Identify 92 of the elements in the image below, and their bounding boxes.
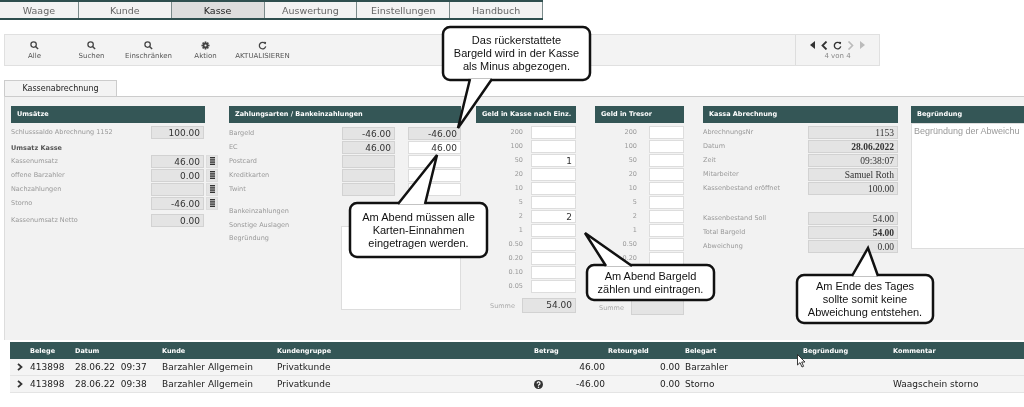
list-button[interactable]	[206, 168, 218, 182]
settings-icon	[201, 40, 210, 50]
count-field[interactable]	[649, 237, 684, 251]
table-row[interactable]: 413898 28.06.22 09:38 Barzahler Allgemein Privatkunde -46.00 0.00 Storno Waagschein storno	[10, 376, 1024, 393]
count-field[interactable]	[649, 195, 684, 209]
list-button[interactable]	[206, 182, 218, 196]
search-icon	[30, 40, 39, 50]
nav-tab[interactable]: Handbuch	[450, 2, 543, 18]
table-cell-text: 0.00	[658, 379, 680, 389]
chevron-right-icon[interactable]	[17, 380, 23, 388]
value-field: 100.00	[151, 125, 204, 139]
value-field: -46.00	[151, 196, 204, 210]
table-cell-text: Privatkunde	[277, 379, 332, 389]
value-field: 0.00	[151, 213, 204, 227]
value-field: 0.00	[151, 168, 204, 182]
table-cell: -46.00	[576, 379, 605, 389]
table-cell-text: 413898	[30, 362, 66, 372]
table-cell-text: Barzahler	[684, 362, 730, 372]
list-icon	[209, 185, 215, 193]
value-field	[151, 182, 204, 196]
value-field: 100.00	[808, 181, 898, 195]
count-field[interactable]	[649, 153, 684, 167]
section-tab[interactable]: Kassenabrechnung	[4, 80, 117, 96]
value-field: -46.00	[342, 126, 395, 140]
mouse-cursor-icon	[797, 354, 806, 368]
count-field[interactable]	[531, 167, 576, 181]
nav-tab[interactable]: Kasse	[171, 2, 265, 18]
count-field[interactable]	[649, 209, 684, 223]
next-icon[interactable]	[847, 40, 854, 50]
search-icon	[87, 40, 96, 50]
chevron-right-icon[interactable]	[17, 363, 23, 371]
count-field[interactable]	[649, 223, 684, 237]
count-field[interactable]	[531, 265, 576, 279]
first-page-icon[interactable]	[809, 41, 816, 49]
input-field[interactable]: 46.00	[408, 140, 461, 154]
count-field[interactable]	[531, 279, 576, 293]
count-field[interactable]	[531, 125, 576, 139]
count-field[interactable]	[649, 125, 684, 139]
value-field: 0.00	[808, 239, 898, 253]
value-field: -46.00	[408, 126, 461, 140]
table-cell-text: 0.00	[658, 362, 680, 372]
table-cell-text: Barzahler Allgemein	[162, 379, 254, 389]
table-cell: 46.00	[579, 362, 605, 372]
table-cell-text: Privatkunde	[277, 362, 332, 372]
list-button[interactable]	[206, 196, 218, 210]
count-field[interactable]	[531, 195, 576, 209]
value-field: Samuel Roth	[808, 167, 898, 181]
count-field[interactable]	[531, 223, 576, 237]
nav-tab[interactable]: Einstellungen	[357, 2, 451, 18]
value-field: 54.00	[808, 225, 898, 239]
count-field[interactable]	[531, 139, 576, 153]
value-field: 46.00	[342, 140, 395, 154]
nav-tab[interactable]: Kunde	[78, 2, 172, 18]
list-icon	[209, 199, 215, 207]
table-cell-text: 413898	[30, 379, 66, 389]
help-icon[interactable]	[534, 379, 543, 389]
count-field[interactable]	[531, 251, 576, 265]
previous-icon[interactable]	[821, 40, 828, 50]
table-cell-text: 28.06.22 09:37	[75, 362, 148, 372]
count-field[interactable]	[649, 251, 684, 265]
refresh-icon[interactable]	[833, 40, 842, 50]
list-button[interactable]	[206, 154, 218, 168]
callout-text: Am Abend müssen alle Karten-Einnahmen eingetragen werden.	[361, 209, 476, 251]
count-field[interactable]	[649, 139, 684, 153]
count-field[interactable]	[531, 181, 576, 195]
value-field: 46.00	[151, 154, 204, 168]
table-cell-text: 28.06.22 09:38	[75, 379, 148, 389]
callout-text: Das rückerstattete Bargeld wird in der Kasse als Minus abgezogen.	[452, 33, 581, 74]
reason-text-area[interactable]: Begründung der Abweichu	[911, 123, 1024, 249]
value-field: 1153	[808, 125, 898, 139]
count-field[interactable]	[531, 237, 576, 251]
value-field: 54.00	[808, 211, 898, 225]
nav-tab[interactable]: Auswertung	[264, 2, 358, 18]
count-field[interactable]	[649, 167, 684, 181]
table-cell-text: Storno	[684, 379, 716, 389]
refresh-icon	[258, 40, 267, 50]
count-field[interactable]: 1	[531, 153, 576, 167]
search-icon	[144, 40, 153, 50]
nav-tab[interactable]: Waage	[0, 2, 79, 18]
last-page-icon[interactable]	[859, 41, 866, 49]
table-cell-text: Barzahler Allgemein	[162, 362, 254, 372]
list-icon	[209, 171, 215, 179]
sum-field: 54.00	[522, 298, 576, 313]
callout-text: Am Ende des Tages sollte somit keine Abweichung entstehen.	[806, 278, 924, 320]
table-row[interactable]: 413898 28.06.22 09:37 Barzahler Allgemein Privatkunde 46.00 0.00 Barzahler	[10, 359, 1024, 376]
value-field: 09:38:07	[808, 153, 898, 167]
count-field[interactable]	[649, 181, 684, 195]
list-icon	[209, 157, 215, 165]
callout-text: Am Abend Bargeld zählen und eintragen.	[596, 268, 705, 297]
table-cell-text: Waagschein storno	[892, 379, 980, 389]
count-field[interactable]: 2	[531, 209, 576, 223]
value-field: 28.06.2022	[808, 139, 898, 153]
